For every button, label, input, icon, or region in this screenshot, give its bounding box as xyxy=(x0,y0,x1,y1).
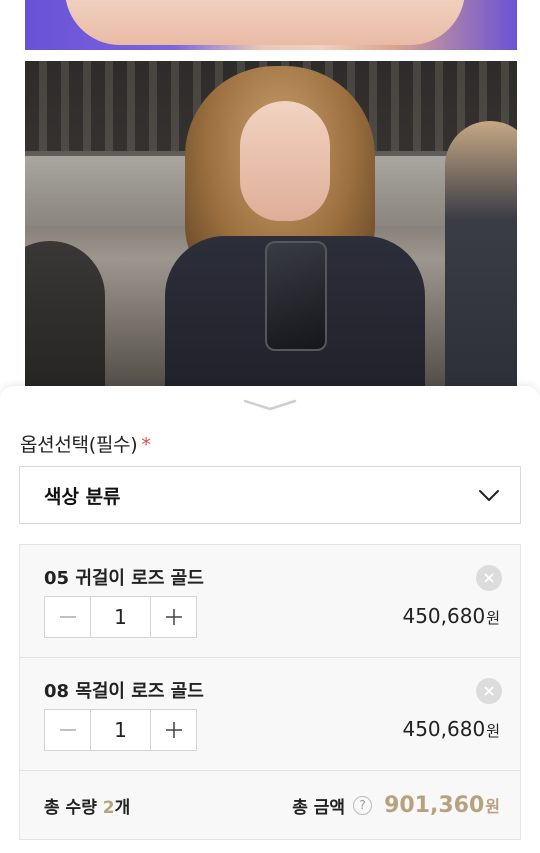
product-image-top xyxy=(25,0,517,50)
selected-item: 05 귀걸이 로즈 골드 1 450,680원 xyxy=(20,545,520,658)
chevron-down-icon xyxy=(478,488,500,502)
minus-icon xyxy=(59,729,76,731)
sheet-collapse-handle[interactable] xyxy=(242,398,298,412)
selected-item: 08 목걸이 로즈 골드 1 450,680원 xyxy=(20,658,520,771)
select-value: 색상 분류 xyxy=(44,485,121,508)
increase-button[interactable] xyxy=(151,597,196,637)
selected-items-panel: 05 귀걸이 로즈 골드 1 450,680원 08 목걸이 로즈 골드 1 4… xyxy=(19,544,521,840)
quantity-stepper: 1 xyxy=(44,709,197,751)
option-bottom-sheet: 옵션선택(필수) * 색상 분류 05 귀걸이 로즈 골드 1 450,680원… xyxy=(0,386,540,853)
remove-item-button[interactable] xyxy=(476,678,502,704)
quantity-stepper: 1 xyxy=(44,596,197,638)
increase-button[interactable] xyxy=(151,710,196,750)
hand-shape xyxy=(65,0,465,45)
required-mark: * xyxy=(141,434,151,456)
item-price: 450,680원 xyxy=(402,717,500,741)
item-name: 05 귀걸이 로즈 골드 xyxy=(44,568,204,589)
plus-icon xyxy=(165,722,182,738)
plus-icon xyxy=(165,609,182,625)
decrease-button[interactable] xyxy=(45,710,90,750)
total-price-label: 총 금액 xyxy=(292,797,346,818)
item-price: 450,680원 xyxy=(402,604,500,628)
color-option-select[interactable]: 색상 분류 xyxy=(19,466,521,524)
total-quantity: 총 수량 2개 xyxy=(44,797,131,818)
close-icon xyxy=(484,573,494,583)
item-name: 08 목걸이 로즈 골드 xyxy=(44,681,204,702)
minus-icon xyxy=(59,616,76,618)
close-icon xyxy=(484,686,494,696)
decrease-button[interactable] xyxy=(45,597,90,637)
remove-item-button[interactable] xyxy=(476,565,502,591)
quantity-value[interactable]: 1 xyxy=(90,710,151,750)
help-icon[interactable]: ? xyxy=(353,795,373,815)
product-image-model xyxy=(25,61,517,391)
total-price: 901,360원 xyxy=(384,792,500,818)
chevron-down-icon xyxy=(243,399,297,411)
order-summary: 총 수량 2개 총 금액 ? 901,360원 xyxy=(20,771,520,839)
option-label: 옵션선택(필수) * xyxy=(20,434,151,456)
quantity-value[interactable]: 1 xyxy=(90,597,151,637)
